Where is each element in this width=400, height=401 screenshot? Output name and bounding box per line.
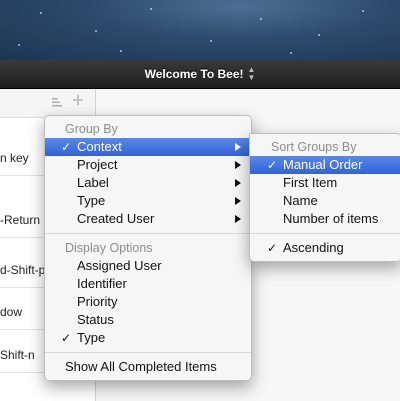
list-item[interactable]: n key [0, 151, 29, 165]
menu-item-label: Created User [77, 211, 155, 226]
menu-item-context[interactable]: ✓ Context [45, 138, 251, 156]
sort-groups-header: Sort Groups By [271, 140, 357, 154]
group-options-icon[interactable] [52, 97, 62, 110]
menu-separator [45, 233, 251, 234]
menu-item-label: Number of items [283, 211, 379, 226]
display-options-header: Display Options [65, 241, 153, 255]
menu-item-label: Manual Order [283, 157, 363, 172]
menu-item-label: Label [77, 175, 109, 190]
checkmark-icon: ✓ [267, 158, 278, 172]
menu-item-name[interactable]: Name [250, 192, 400, 210]
list-item[interactable]: -Return [0, 213, 40, 227]
list-item[interactable]: Shift-n [0, 348, 35, 362]
window-titlebar[interactable]: Welcome To Bee! ▲ ▼ [0, 60, 400, 89]
menu-item-label: First Item [283, 175, 338, 190]
checkmark-icon: ✓ [61, 331, 72, 345]
add-icon[interactable] [73, 95, 83, 108]
window-title: Welcome To Bee! [144, 67, 244, 81]
show-all-completed-label: Show All Completed Items [65, 359, 217, 374]
menu-separator [45, 352, 251, 353]
menu-item-label: Identifier [77, 276, 127, 291]
ascending-label: Ascending [283, 240, 344, 255]
menu-item-label: Type [77, 193, 106, 208]
submenu-arrow-icon [235, 215, 241, 223]
menu-item-number-of-items[interactable]: Number of items [250, 210, 400, 228]
menu-item-label: Context [77, 139, 122, 154]
submenu-arrow-icon [235, 179, 241, 187]
menu-item-label: Name [283, 193, 318, 208]
menu-item-type[interactable]: ✓ Type [45, 329, 251, 347]
menu-item-label: Status [77, 312, 114, 327]
menu-item-label: Project [77, 157, 118, 172]
checkmark-icon: ✓ [267, 241, 278, 255]
submenu-arrow-icon [235, 197, 241, 205]
menu-item-manual-order[interactable]: ✓ Manual Order [250, 156, 400, 174]
list-item[interactable]: d-Shift-p [0, 263, 45, 277]
desktop-wallpaper [0, 0, 400, 60]
menu-separator [250, 233, 400, 234]
list-item[interactable]: dow [0, 305, 22, 319]
ascending-item[interactable]: ✓ Ascending [250, 239, 400, 257]
submenu-arrow-icon [235, 161, 241, 169]
menu-item-assigned-user[interactable]: Assigned User [45, 257, 251, 275]
menu-item-label: Priority [77, 294, 118, 309]
title-popup-icon[interactable]: ▲ ▼ [248, 66, 256, 82]
group-by-header: Group By [65, 122, 118, 136]
menu-item-status[interactable]: Status [45, 311, 251, 329]
show-all-completed-item[interactable]: Show All Completed Items [45, 358, 251, 376]
menu-item-type[interactable]: Type [45, 192, 251, 210]
sort-groups-submenu: Sort Groups By ✓ Manual Order First Item Na… [249, 133, 400, 262]
menu-item-priority[interactable]: Priority [45, 293, 251, 311]
menu-item-label: Type [77, 330, 106, 345]
menu-item-identifier[interactable]: Identifier [45, 275, 251, 293]
sidebar-toolbar [0, 89, 95, 118]
menu-item-first-item[interactable]: First Item [250, 174, 400, 192]
checkmark-icon: ✓ [61, 140, 72, 154]
menu-item-label: Assigned User [77, 258, 162, 273]
group-by-menu: Group By ✓ Context Project Label Type Created… [44, 115, 252, 381]
menu-item-created-user[interactable]: Created User [45, 210, 251, 228]
menu-item-project[interactable]: Project [45, 156, 251, 174]
menu-item-label[interactable]: Label [45, 174, 251, 192]
submenu-arrow-icon [235, 143, 241, 151]
